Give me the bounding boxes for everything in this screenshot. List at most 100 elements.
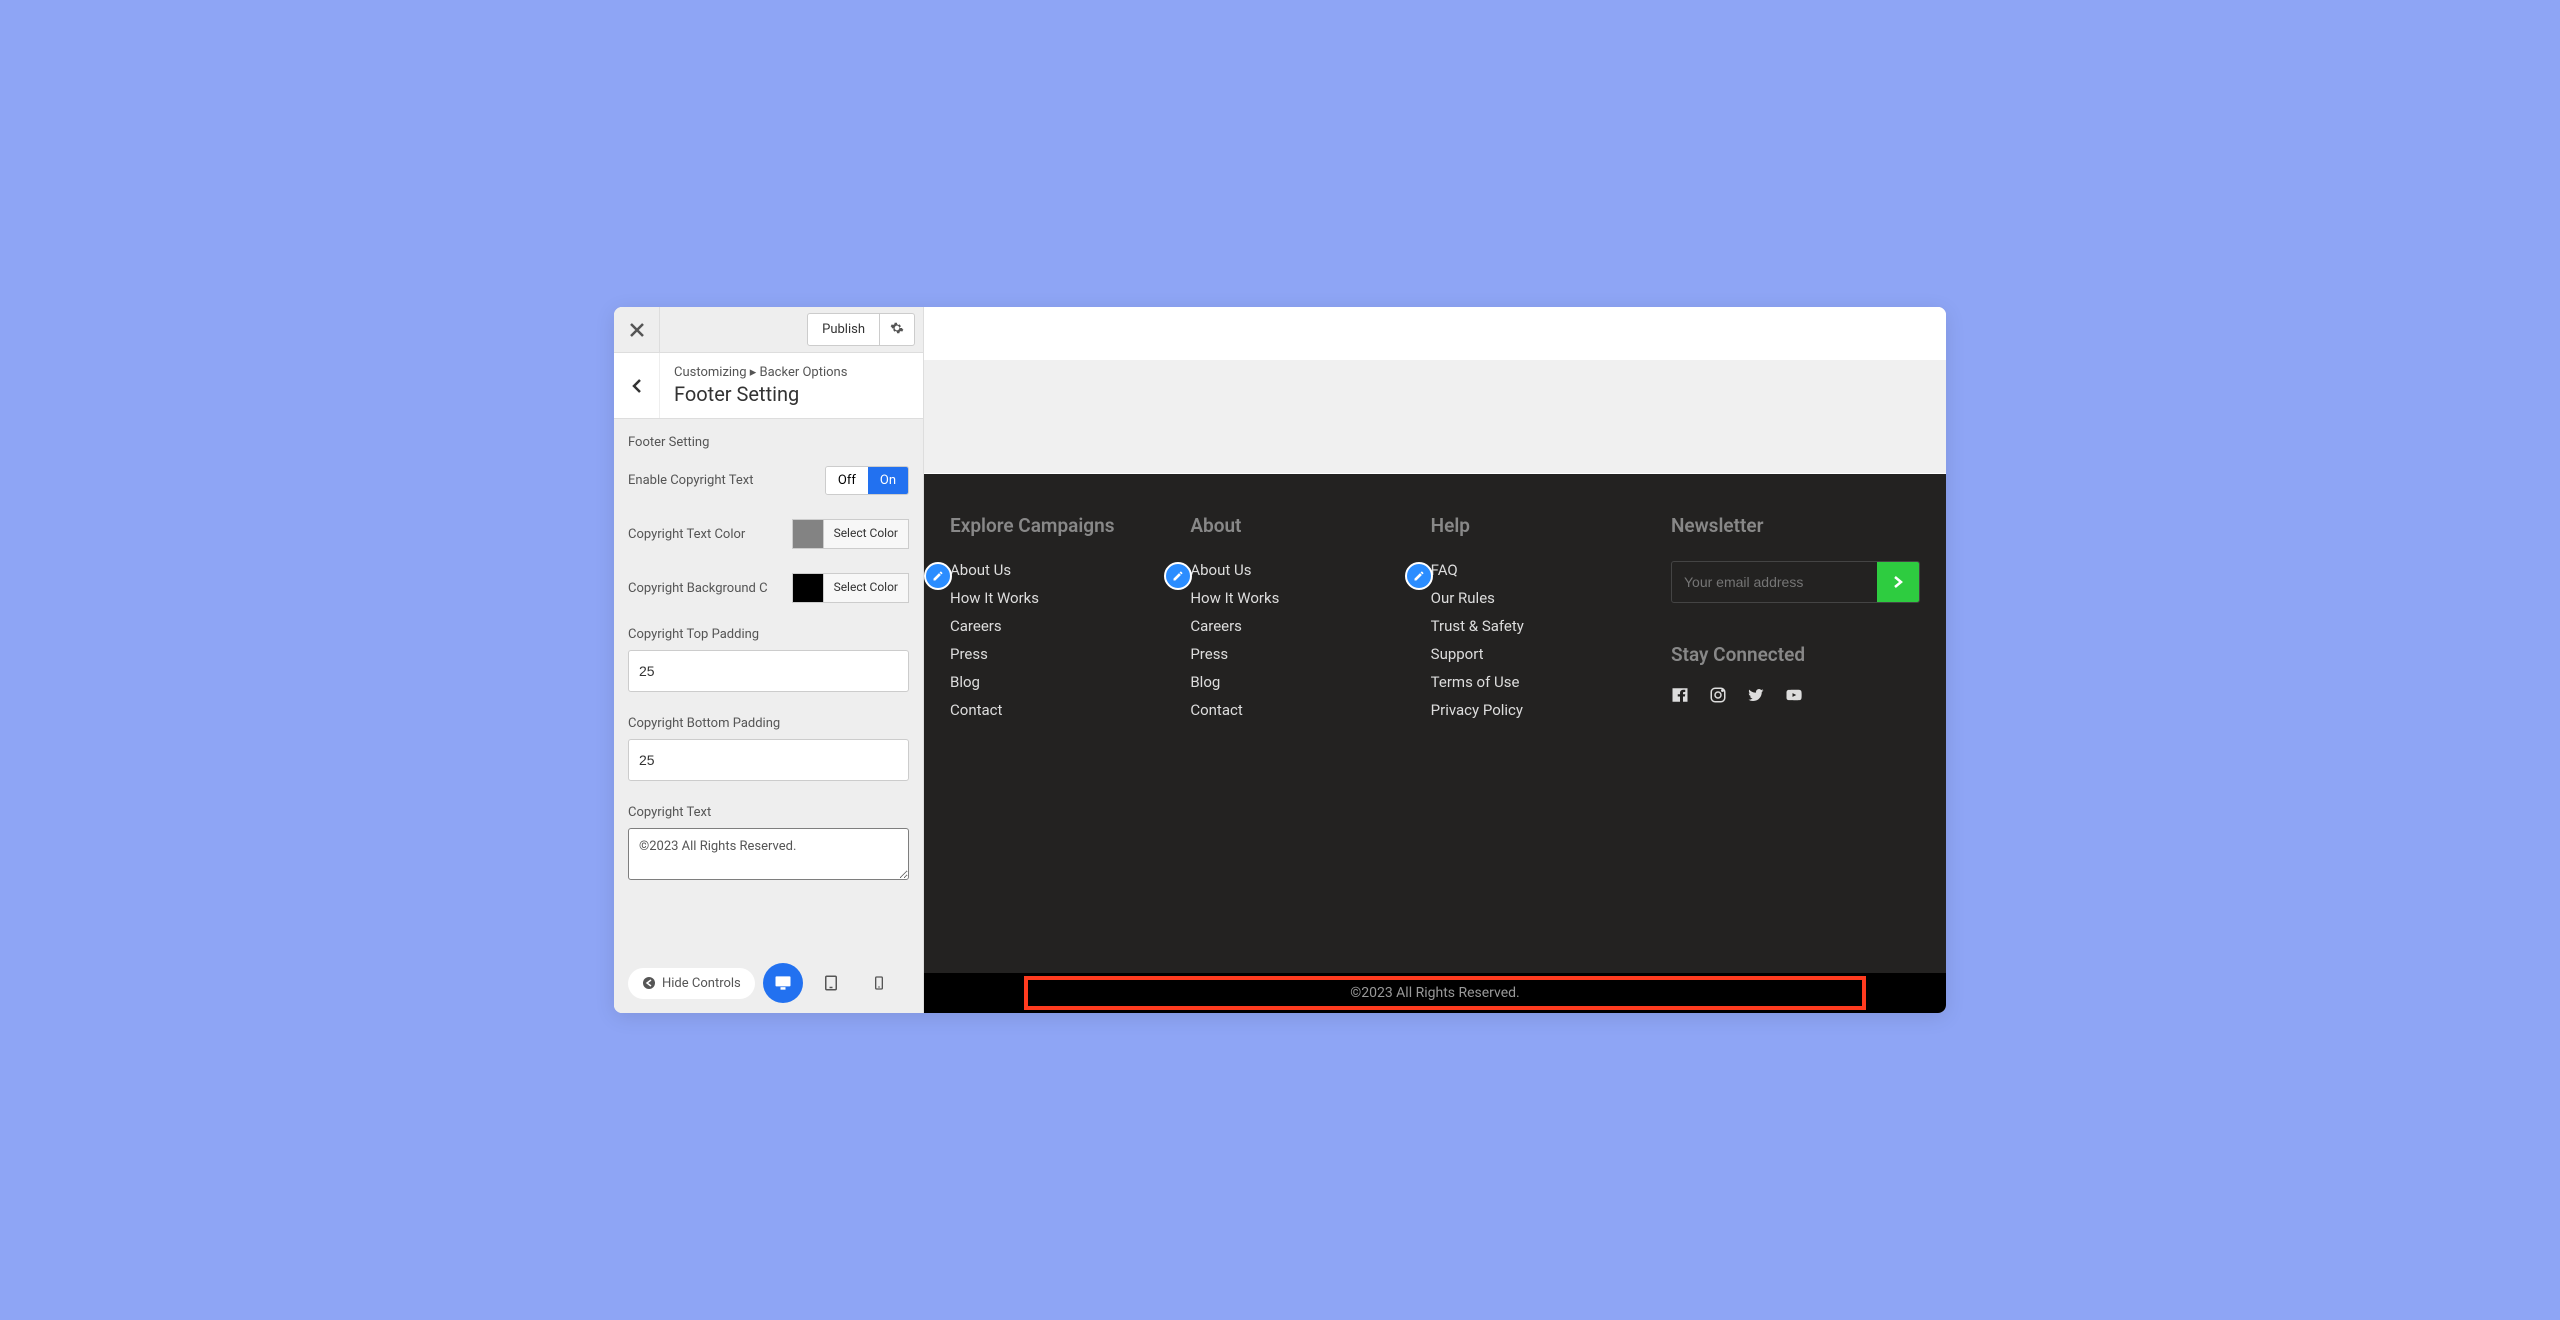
footer-link[interactable]: Press: [1190, 645, 1370, 663]
instagram-icon[interactable]: [1709, 686, 1727, 704]
text-color-row: Copyright Text Color Select Color: [628, 519, 909, 549]
footer-link[interactable]: Terms of Use: [1431, 673, 1611, 691]
youtube-icon[interactable]: [1785, 686, 1803, 704]
bg-color-select-button[interactable]: Select Color: [823, 574, 908, 602]
text-color-picker: Select Color: [792, 519, 909, 549]
enable-copyright-label: Enable Copyright Text: [628, 473, 753, 488]
footer-link[interactable]: Press: [950, 645, 1130, 663]
bg-color-swatch[interactable]: [793, 574, 823, 602]
close-icon: [630, 323, 644, 337]
footer-col-title: About: [1190, 514, 1370, 537]
edit-widget-button[interactable]: [1164, 562, 1192, 590]
text-color-select-button[interactable]: Select Color: [823, 520, 908, 548]
footer-col-title: Help: [1431, 514, 1611, 537]
footer-link[interactable]: How It Works: [1190, 589, 1370, 607]
text-color-label: Copyright Text Color: [628, 527, 745, 542]
preview-header: [924, 307, 1946, 474]
desktop-icon: [773, 973, 793, 993]
facebook-icon[interactable]: [1671, 686, 1689, 704]
publish-button[interactable]: Publish: [808, 316, 879, 343]
bottom-padding-input[interactable]: [628, 739, 909, 781]
collapse-icon: [642, 976, 656, 990]
newsletter-title: Newsletter: [1671, 514, 1920, 537]
edit-widget-button[interactable]: [1405, 562, 1433, 590]
preview-header-inner: [924, 307, 1946, 360]
edit-widget-button[interactable]: [924, 562, 952, 590]
footer-link-list: About Us How It Works Careers Press Blog…: [950, 561, 1130, 719]
customizer-window: Publish Customizing ▸ Backer Options Foo…: [614, 307, 1946, 1013]
footer-link[interactable]: Our Rules: [1431, 589, 1611, 607]
copyright-text-row: Copyright Text: [628, 805, 909, 884]
toggle-off[interactable]: Off: [826, 467, 868, 494]
pencil-icon: [932, 570, 944, 582]
text-color-swatch[interactable]: [793, 520, 823, 548]
hide-controls-label: Hide Controls: [662, 976, 741, 991]
footer-col-help: Help FAQ Our Rules Trust & Safety Suppor…: [1431, 514, 1611, 933]
bottom-controls: Hide Controls: [614, 953, 923, 1013]
footer-link-list: FAQ Our Rules Trust & Safety Support Ter…: [1431, 561, 1611, 719]
bottom-padding-label: Copyright Bottom Padding: [628, 716, 909, 731]
footer-col-explore: Explore Campaigns About Us How It Works …: [950, 514, 1130, 933]
enable-copyright-row: Enable Copyright Text Off On: [628, 466, 909, 495]
copyright-bar: ©2023 All Rights Reserved.: [924, 973, 1946, 1013]
toggle-on[interactable]: On: [868, 467, 908, 494]
footer-link[interactable]: About Us: [1190, 561, 1370, 579]
stay-connected-title: Stay Connected: [1671, 643, 1920, 666]
footer-link[interactable]: How It Works: [950, 589, 1130, 607]
newsletter-email-input[interactable]: [1672, 562, 1877, 602]
footer-link[interactable]: Careers: [950, 617, 1130, 635]
top-padding-row: Copyright Top Padding: [628, 627, 909, 692]
footer-link[interactable]: FAQ: [1431, 561, 1611, 579]
top-bar: Publish: [614, 307, 923, 353]
breadcrumb-bar: Customizing ▸ Backer Options Footer Sett…: [614, 353, 923, 419]
social-icons: [1671, 686, 1920, 704]
copyright-text: ©2023 All Rights Reserved.: [1350, 985, 1520, 1001]
chevron-right-icon: [1893, 575, 1903, 589]
copyright-text-input[interactable]: [628, 828, 909, 880]
top-padding-input[interactable]: [628, 650, 909, 692]
pencil-icon: [1172, 570, 1184, 582]
settings-body[interactable]: Footer Setting Enable Copyright Text Off…: [614, 419, 923, 953]
footer-link[interactable]: Trust & Safety: [1431, 617, 1611, 635]
footer-dark: Explore Campaigns About Us How It Works …: [924, 474, 1946, 973]
footer-link[interactable]: Careers: [1190, 617, 1370, 635]
footer-link[interactable]: About Us: [950, 561, 1130, 579]
newsletter-form: [1671, 561, 1920, 603]
pencil-icon: [1413, 570, 1425, 582]
tablet-icon: [822, 974, 840, 992]
footer-link[interactable]: Blog: [950, 673, 1130, 691]
bottom-padding-row: Copyright Bottom Padding: [628, 716, 909, 781]
close-button[interactable]: [614, 307, 660, 353]
footer-link[interactable]: Support: [1431, 645, 1611, 663]
copyright-text-label: Copyright Text: [628, 805, 909, 820]
breadcrumb-title: Footer Setting: [674, 382, 909, 406]
footer-link[interactable]: Contact: [950, 701, 1130, 719]
publish-area: Publish: [807, 313, 915, 346]
footer-link[interactable]: Contact: [1190, 701, 1370, 719]
twitter-icon[interactable]: [1747, 686, 1765, 704]
gear-icon: [890, 321, 904, 335]
footer-link-list: About Us How It Works Careers Press Blog…: [1190, 561, 1370, 719]
tablet-view-button[interactable]: [811, 963, 851, 1003]
footer-link[interactable]: Privacy Policy: [1431, 701, 1611, 719]
breadcrumb-content: Customizing ▸ Backer Options Footer Sett…: [660, 353, 923, 418]
top-padding-label: Copyright Top Padding: [628, 627, 909, 642]
newsletter-submit-button[interactable]: [1877, 562, 1919, 602]
hide-controls-button[interactable]: Hide Controls: [628, 968, 755, 999]
mobile-view-button[interactable]: [859, 963, 899, 1003]
publish-settings-button[interactable]: [879, 314, 914, 345]
bg-color-picker: Select Color: [792, 573, 909, 603]
enable-copyright-toggle: Off On: [825, 466, 909, 495]
section-label: Footer Setting: [628, 435, 909, 450]
mobile-icon: [871, 975, 887, 991]
customizer-sidebar: Publish Customizing ▸ Backer Options Foo…: [614, 307, 924, 1013]
bg-color-row: Copyright Background C Select Color: [628, 573, 909, 603]
desktop-view-button[interactable]: [763, 963, 803, 1003]
footer-col-about: About About Us How It Works Careers Pres…: [1190, 514, 1370, 933]
bg-color-label: Copyright Background C: [628, 581, 768, 596]
footer-col-title: Explore Campaigns: [950, 514, 1130, 537]
footer-col-newsletter: Newsletter Stay Connected: [1671, 514, 1920, 933]
back-button[interactable]: [614, 353, 660, 418]
chevron-left-icon: [632, 378, 642, 394]
footer-link[interactable]: Blog: [1190, 673, 1370, 691]
